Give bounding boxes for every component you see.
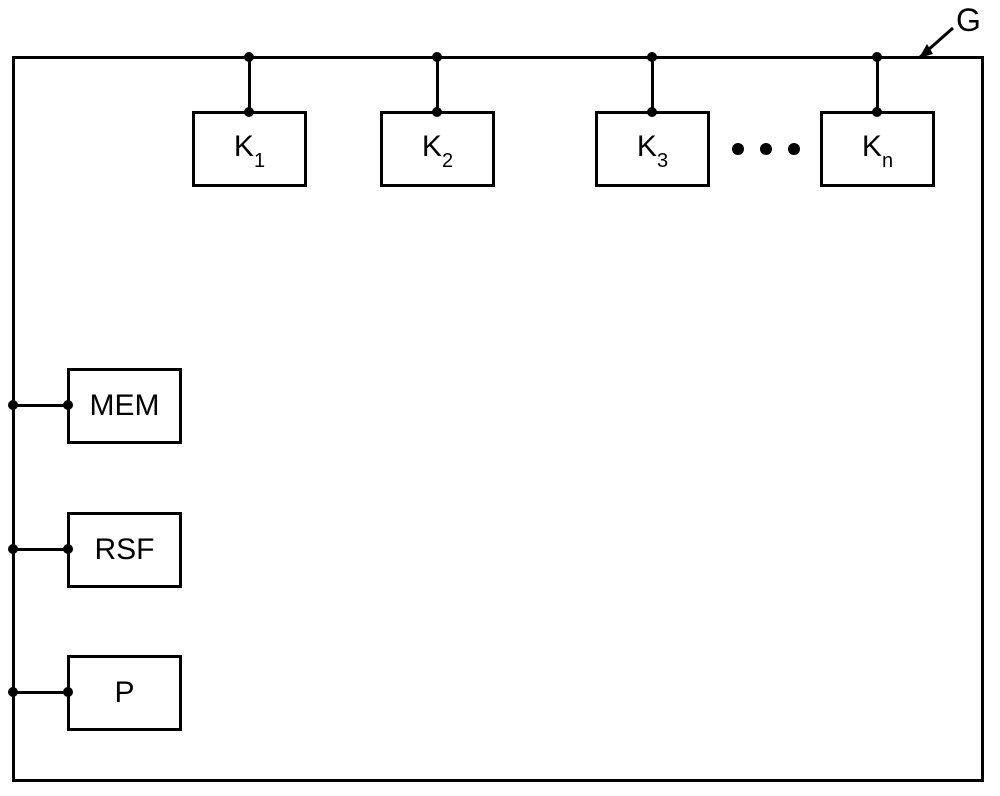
block-rsf-label: RSF — [95, 533, 155, 567]
connector-rsf — [12, 548, 67, 551]
connector-mem — [12, 404, 67, 407]
arrow-to-box — [905, 24, 965, 64]
connector-k3 — [651, 56, 654, 111]
dot-rsf-right — [63, 544, 73, 554]
block-rsf: RSF — [67, 512, 182, 588]
dot-p-left — [8, 687, 18, 697]
block-kn: Kn — [820, 111, 935, 187]
block-kn-label: Kn — [862, 130, 893, 169]
block-k3: K3 — [595, 111, 710, 187]
block-p: P — [67, 655, 182, 731]
dot-kn-top — [872, 52, 882, 62]
connector-p — [12, 691, 67, 694]
block-k2: K2 — [380, 111, 495, 187]
ellipsis-dot-3 — [788, 143, 800, 155]
dot-mem-left — [8, 400, 18, 410]
dot-k1-top — [244, 52, 254, 62]
dot-rsf-left — [8, 544, 18, 554]
connector-kn — [876, 56, 879, 111]
dot-k3-top — [647, 52, 657, 62]
dot-k2-top — [432, 52, 442, 62]
block-mem: MEM — [67, 368, 182, 444]
block-mem-label: MEM — [90, 389, 160, 423]
block-k2-label: K2 — [422, 130, 453, 169]
block-k1: K1 — [192, 111, 307, 187]
ellipsis-dot-1 — [732, 143, 744, 155]
dot-k2-bottom — [432, 107, 442, 117]
dot-mem-right — [63, 400, 73, 410]
ellipsis-dot-2 — [760, 143, 772, 155]
dot-p-right — [63, 687, 73, 697]
block-p-label: P — [114, 676, 134, 710]
connector-k2 — [436, 56, 439, 111]
dot-kn-bottom — [872, 107, 882, 117]
connector-k1 — [248, 56, 251, 111]
dot-k3-bottom — [647, 107, 657, 117]
diagram-canvas: G K1 K2 K3 Kn MEM RSF — [0, 0, 1000, 796]
block-k3-label: K3 — [637, 130, 668, 169]
block-k1-label: K1 — [234, 130, 265, 169]
dot-k1-bottom — [244, 107, 254, 117]
